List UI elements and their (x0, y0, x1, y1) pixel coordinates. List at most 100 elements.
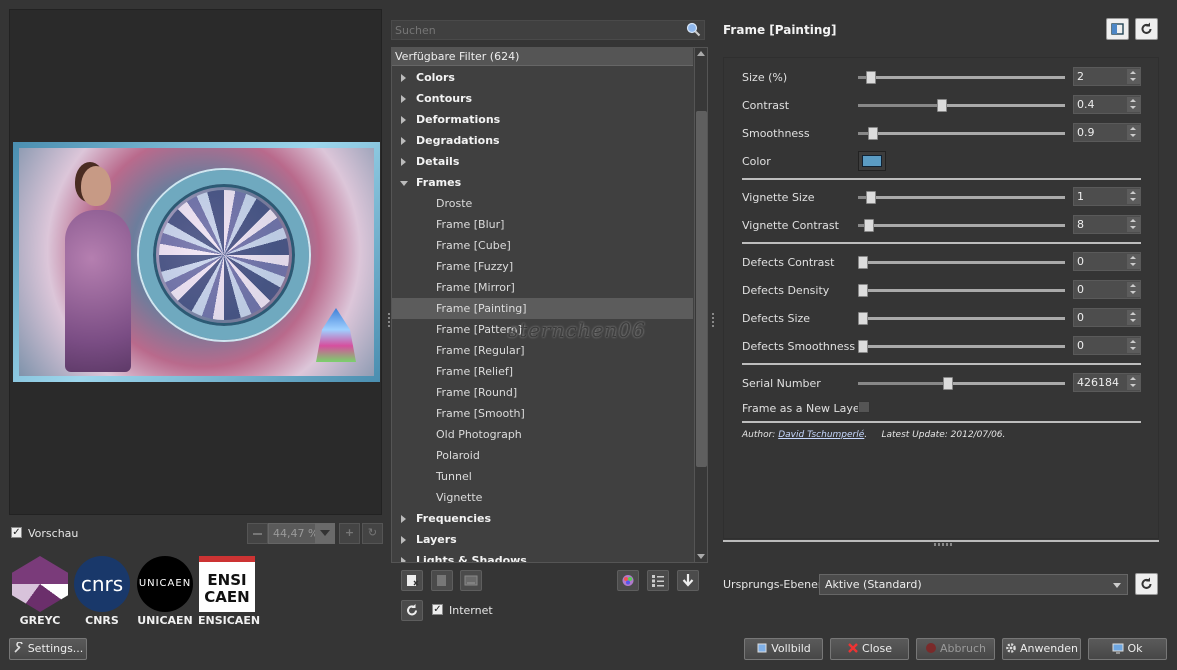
refresh-layers-button[interactable] (1135, 573, 1158, 595)
tree-category-frames[interactable]: Frames (392, 172, 693, 193)
slider-handle[interactable] (937, 99, 947, 112)
tree-item[interactable]: Tunnel (392, 466, 693, 487)
remove-favorite-button[interactable] (431, 570, 453, 591)
slider-handle[interactable] (858, 340, 868, 353)
color-palette-button[interactable] (617, 570, 639, 591)
fullscreen-button[interactable]: Vollbild (744, 638, 823, 660)
ok-button[interactable]: Ok (1088, 638, 1167, 660)
tree-category-lights-shadows[interactable]: Lights & Shadows (392, 550, 693, 562)
search-icon[interactable] (686, 22, 701, 37)
serial-number-slider[interactable] (858, 377, 1065, 390)
scroll-down-icon[interactable] (697, 554, 705, 559)
tree-category-contours[interactable]: Contours (392, 88, 693, 109)
slider-handle[interactable] (866, 71, 876, 84)
panel-splitter[interactable] (723, 540, 1159, 542)
vignette-contrast-slider[interactable] (858, 219, 1065, 232)
tree-item[interactable]: Frame [Relief] (392, 361, 693, 382)
zoom-in-button[interactable]: + (339, 523, 360, 544)
slider-handle[interactable] (943, 377, 953, 390)
contrast-spinbox[interactable]: 0.4 (1073, 95, 1141, 114)
vignette-contrast-spinbox[interactable]: 8 (1073, 215, 1141, 234)
serial-number-spinbox[interactable]: 426184 (1073, 373, 1141, 392)
splitter-handle-left[interactable] (388, 313, 390, 327)
apply-button[interactable]: Anwenden (1002, 638, 1081, 660)
spin-down-icon[interactable] (1127, 289, 1140, 297)
toggle-layout-button[interactable] (1106, 18, 1129, 40)
smoothness-slider[interactable] (858, 127, 1065, 140)
list-view-button[interactable] (647, 570, 669, 591)
tree-item[interactable]: Droste (392, 193, 693, 214)
slider-handle[interactable] (858, 312, 868, 325)
defects-density-spinbox[interactable]: 0 (1073, 280, 1141, 299)
new-layer-checkbox[interactable] (858, 401, 870, 413)
tree-scrollbar-thumb[interactable] (696, 111, 707, 467)
tree-item[interactable]: Frame [Cube] (392, 235, 693, 256)
tree-item[interactable]: Vignette (392, 487, 693, 508)
slider-handle[interactable] (864, 219, 874, 232)
spin-down-icon[interactable] (1127, 382, 1140, 390)
tree-item[interactable]: Frame [Fuzzy] (392, 256, 693, 277)
size-spinbox[interactable]: 2 (1073, 67, 1141, 86)
vignette-size-slider[interactable] (858, 191, 1065, 204)
defects-size-spinbox[interactable]: 0 (1073, 308, 1141, 327)
spin-down-icon[interactable] (1127, 317, 1140, 325)
tree-item-selected[interactable]: Frame [Painting] (392, 298, 693, 319)
tree-item[interactable]: Frame [Mirror] (392, 277, 693, 298)
tree-item[interactable]: Frame [Blur] (392, 214, 693, 235)
tree-item[interactable]: Frame [Smooth] (392, 403, 693, 424)
spin-down-icon[interactable] (1127, 224, 1140, 232)
zoom-dropdown-button[interactable] (315, 523, 335, 544)
contrast-slider[interactable] (858, 99, 1065, 112)
size-slider[interactable] (858, 71, 1065, 84)
tree-item[interactable]: Frame [Round] (392, 382, 693, 403)
preview-area[interactable] (9, 9, 382, 515)
tree-item[interactable]: Polaroid (392, 445, 693, 466)
preview-image[interactable] (13, 142, 380, 382)
tree-category-details[interactable]: Details (392, 151, 693, 172)
update-filters-button[interactable] (677, 570, 699, 591)
spin-down-icon[interactable] (1127, 104, 1140, 112)
filter-tree-list[interactable]: Colors Contours Deformations Degradation… (392, 67, 693, 562)
add-favorite-button[interactable] (401, 570, 423, 591)
spin-down-icon[interactable] (1127, 76, 1140, 84)
slider-handle[interactable] (868, 127, 878, 140)
spin-down-icon[interactable] (1127, 196, 1140, 204)
slider-handle[interactable] (866, 191, 876, 204)
tree-category-layers[interactable]: Layers (392, 529, 693, 550)
tree-item[interactable]: Old Photograph (392, 424, 693, 445)
defects-smoothness-slider[interactable] (858, 340, 1065, 353)
close-button[interactable]: Close (830, 638, 909, 660)
spin-down-icon[interactable] (1127, 261, 1140, 269)
tree-category-frequencies[interactable]: Frequencies (392, 508, 693, 529)
author-link[interactable]: David Tschumperlé (778, 430, 864, 440)
tree-category-degradations[interactable]: Degradations (392, 130, 693, 151)
smoothness-spinbox[interactable]: 0.9 (1073, 123, 1141, 142)
refresh-filters-button[interactable] (401, 600, 423, 621)
zoom-reset-button[interactable]: ↻ (362, 523, 383, 544)
zoom-out-button[interactable] (247, 523, 268, 544)
filter-tree[interactable]: Verfügbare Filter (624) Colors Contours … (391, 47, 708, 563)
input-layers-select[interactable]: Aktive (Standard) (819, 574, 1128, 595)
defects-smoothness-spinbox[interactable]: 0 (1073, 336, 1141, 355)
tree-category-colors[interactable]: Colors (392, 67, 693, 88)
settings-button[interactable]: Settings... (9, 638, 87, 660)
slider-handle[interactable] (858, 256, 868, 269)
defects-contrast-slider[interactable] (858, 256, 1065, 269)
tree-item[interactable]: Frame [Regular] (392, 340, 693, 361)
splitter-handle-right[interactable] (712, 313, 714, 327)
defects-density-slider[interactable] (858, 284, 1065, 297)
spin-down-icon[interactable] (1127, 132, 1140, 140)
splitter-grip[interactable] (934, 543, 952, 546)
slider-handle[interactable] (858, 284, 868, 297)
preview-checkbox[interactable]: ✓ (11, 527, 22, 538)
rename-favorite-button[interactable] (460, 570, 482, 591)
defects-contrast-spinbox[interactable]: 0 (1073, 252, 1141, 271)
defects-size-slider[interactable] (858, 312, 1065, 325)
spin-down-icon[interactable] (1127, 345, 1140, 353)
tree-category-deformations[interactable]: Deformations (392, 109, 693, 130)
reset-parameters-button[interactable] (1135, 18, 1158, 40)
scroll-up-icon[interactable] (697, 51, 705, 56)
color-picker-button[interactable] (858, 151, 886, 171)
vignette-size-spinbox[interactable]: 1 (1073, 187, 1141, 206)
internet-checkbox[interactable]: ✓ (432, 604, 443, 615)
